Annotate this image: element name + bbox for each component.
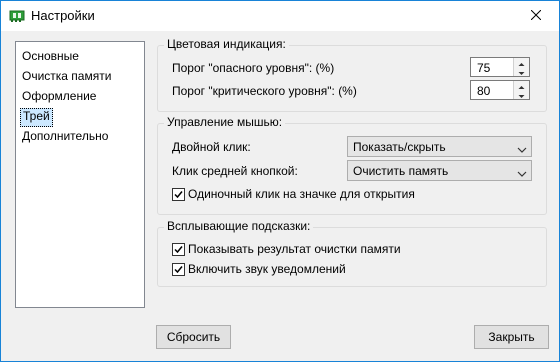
window-title: Настройки: [31, 8, 95, 23]
memory-chip-icon: [9, 9, 25, 23]
sound-label[interactable]: Включить звук уведомлений: [188, 262, 346, 276]
danger-threshold-value[interactable]: 75: [477, 61, 490, 75]
double-click-label: Двойной клик:: [172, 140, 251, 154]
settings-window: Настройки Основные Очистка памяти Оформл…: [0, 0, 560, 362]
danger-threshold-spinner[interactable]: 75: [470, 57, 530, 77]
dialog-body: Основные Очистка памяти Оформление Трей …: [1, 31, 559, 361]
middle-click-dropdown[interactable]: Очистить память: [347, 160, 532, 181]
double-click-dropdown[interactable]: Показать/скрыть: [347, 136, 532, 157]
reset-button[interactable]: Сбросить: [156, 325, 231, 349]
color-indication-group: Цветовая индикация: Порог "опасного уров…: [157, 37, 547, 112]
checkmark-icon: [174, 191, 183, 199]
single-click-checkbox[interactable]: [172, 188, 185, 201]
show-result-label[interactable]: Показывать результат очистки памяти: [188, 242, 401, 256]
critical-threshold-label: Порог "критического уровня": (%): [172, 84, 357, 98]
close-button[interactable]: Закрыть: [474, 325, 549, 349]
chevron-down-icon: [517, 143, 527, 157]
critical-threshold-spinner[interactable]: 80: [470, 80, 530, 100]
nav-item-general[interactable]: Основные: [20, 48, 81, 65]
middle-click-label: Клик средней кнопкой:: [172, 164, 298, 178]
checkmark-icon: [174, 266, 183, 274]
show-result-checkbox[interactable]: [172, 243, 185, 256]
mouse-control-title: Управление мышью:: [164, 115, 286, 129]
tooltips-group: Всплывающие подсказки: Показывать резуль…: [157, 219, 547, 287]
spin-down-icon[interactable]: [514, 67, 529, 76]
nav-item-appearance[interactable]: Оформление: [20, 88, 98, 105]
chevron-down-icon: [517, 167, 527, 181]
nav-item-memory-cleanup[interactable]: Очистка памяти: [20, 68, 113, 85]
danger-threshold-label: Порог "опасного уровня": (%): [172, 61, 335, 75]
mouse-control-group: Управление мышью: Двойной клик: Показать…: [157, 115, 547, 215]
single-click-label[interactable]: Одиночный клик на значке для открытия: [188, 187, 415, 201]
settings-nav-list[interactable]: Основные Очистка памяти Оформление Трей …: [15, 41, 145, 308]
tooltips-title: Всплывающие подсказки:: [164, 219, 314, 233]
spin-down-icon[interactable]: [514, 90, 529, 99]
title-bar[interactable]: Настройки: [1, 1, 559, 31]
checkmark-icon: [174, 246, 183, 254]
color-indication-title: Цветовая индикация:: [164, 37, 289, 51]
critical-threshold-value[interactable]: 80: [477, 84, 490, 98]
close-window-button[interactable]: [513, 1, 559, 31]
nav-item-tray[interactable]: Трей: [20, 108, 53, 127]
middle-click-value: Очистить память: [353, 164, 449, 178]
sound-checkbox[interactable]: [172, 263, 185, 276]
close-icon: [530, 9, 542, 23]
double-click-value: Показать/скрыть: [353, 140, 446, 154]
nav-item-advanced[interactable]: Дополнительно: [20, 128, 110, 145]
